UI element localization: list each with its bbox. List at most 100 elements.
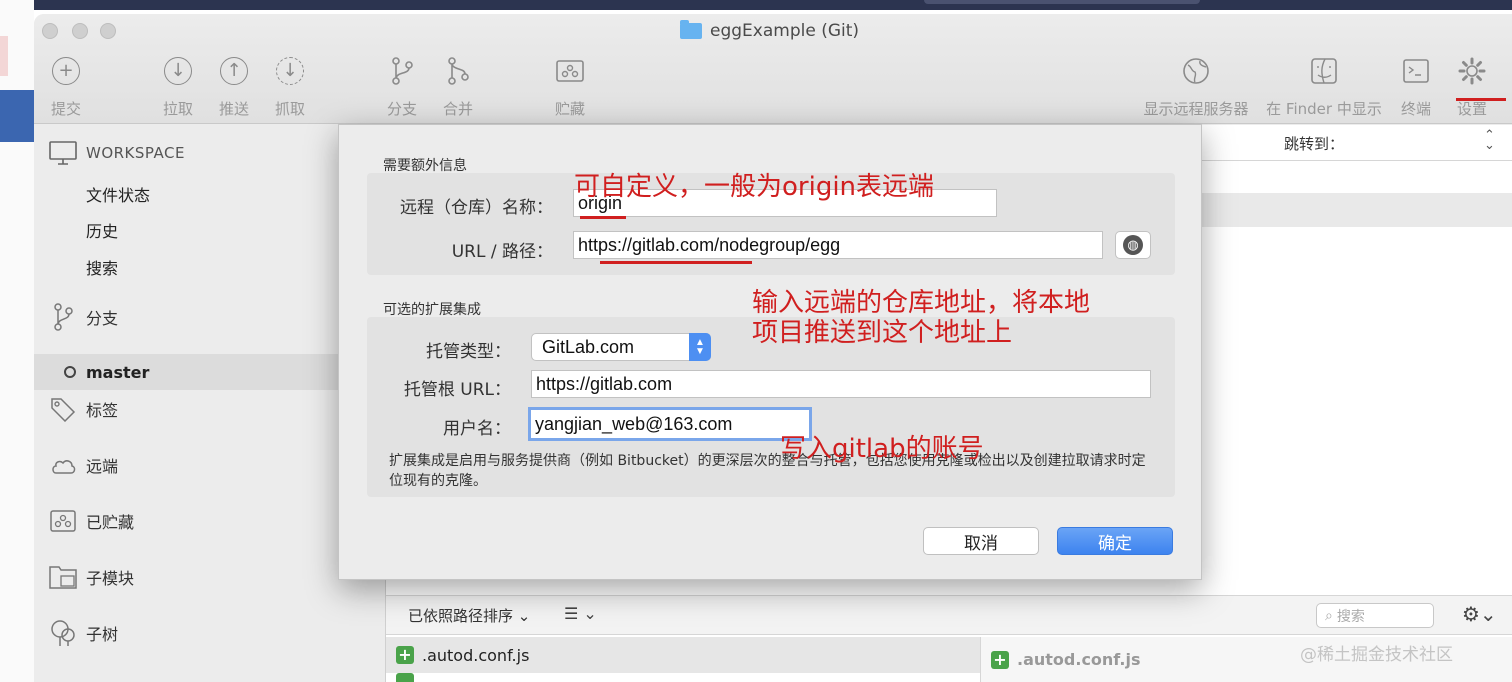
push-label: 推送 [218, 100, 249, 118]
branch-label: 分支 [386, 100, 417, 118]
globe-icon [1183, 58, 1209, 84]
subtree-icon [48, 618, 78, 648]
arrow-up-circle-icon: ↑ [220, 57, 248, 85]
username-input[interactable]: yangjian_web@163.com [528, 407, 812, 441]
sidebar-item-master-branch[interactable]: master [34, 354, 386, 390]
sidebar-item-search[interactable]: 搜索 [34, 249, 386, 285]
stash-label: 贮藏 [554, 100, 585, 118]
jump-to-stepper-icon[interactable]: ⌃ ⌄ [1484, 129, 1495, 152]
username-label: 用户名： [443, 419, 511, 439]
tag-icon [48, 394, 78, 424]
diff-file-name: .autod.conf.js [1017, 650, 1141, 669]
search-placeholder: 搜索 [1336, 608, 1365, 625]
jump-to-label: 跳转到： [1284, 135, 1345, 153]
file-name: .autod.conf.js [422, 645, 530, 665]
show-in-finder-button[interactable]: 在 Finder 中显示 [1264, 56, 1384, 119]
stash-button[interactable]: 贮藏 [540, 56, 600, 119]
username-value: yangjian_web@163.com [535, 413, 733, 434]
file-list-next-row [386, 673, 980, 682]
settings-annotation-underline [1456, 98, 1506, 101]
finder-icon [1311, 58, 1337, 84]
pull-button[interactable]: ↓ 拉取 [148, 56, 208, 119]
annotation-origin-underline [580, 216, 626, 219]
desktop-top-bar [0, 0, 1512, 10]
branch-button[interactable]: 分支 [372, 56, 432, 119]
search-icon: ⌕ [1325, 607, 1333, 624]
gear-icon[interactable]: ⚙⌄ [1462, 602, 1497, 626]
sidebar-item-label: 标签 [86, 401, 119, 420]
sidebar-item-label: 分支 [86, 309, 119, 328]
cloud-icon [48, 450, 78, 480]
file-added-icon: + [396, 646, 414, 664]
remote-name-label: 远程（仓库）名称： [400, 198, 553, 218]
merge-label: 合并 [442, 100, 473, 118]
files-search-input[interactable]: ⌕ 搜索 [1316, 603, 1434, 628]
settings-button[interactable]: 设置 [1442, 56, 1502, 119]
file-added-icon [396, 673, 414, 682]
sort-by-path-dropdown[interactable]: 已依照路径排序 ⌄ [408, 605, 530, 626]
sidebar-item-remotes[interactable]: 远端 [34, 447, 386, 483]
toolbar: eggExample (Git) + 提交 ↓ 拉取 ↑ 推送 ↓ 抓取 分支 [34, 14, 1512, 124]
watermark: @稀土掘金技术社区 [1300, 645, 1453, 665]
browse-remote-button[interactable]: ◍ [1115, 231, 1151, 259]
sidebar-item-branches[interactable]: 分支 [34, 299, 386, 335]
sidebar-item-subtrees[interactable]: 子树 [34, 615, 386, 651]
window-title: eggExample (Git) [680, 20, 859, 42]
push-button[interactable]: ↑ 推送 [204, 56, 264, 119]
ok-label: 确定 [1098, 533, 1132, 554]
fetch-dashed-circle-icon: ↓ [276, 57, 304, 85]
arrow-down-circle-icon: ↓ [164, 57, 192, 85]
host-type-label: 托管类型： [426, 342, 511, 362]
fetch-button[interactable]: ↓ 抓取 [260, 56, 320, 119]
url-path-input[interactable]: https://gitlab.com/nodegroup/egg [573, 231, 1103, 259]
host-root-url-label: 托管根 URL： [403, 380, 511, 400]
show-in-finder-label: 在 Finder 中显示 [1266, 100, 1382, 118]
file-list-item[interactable]: + .autod.conf.js [386, 637, 980, 673]
background-red-band [0, 36, 8, 76]
list-view-icon[interactable]: ☰ ⌄ [564, 604, 597, 623]
plus-circle-icon: + [52, 57, 80, 85]
show-remote-label: 显示远程服务器 [1143, 100, 1249, 118]
sidebar-item-stashes[interactable]: 已贮藏 [34, 503, 386, 539]
annotation-url-underline [600, 261, 752, 264]
cancel-label: 取消 [964, 533, 998, 554]
sidebar-item-label: 搜索 [86, 259, 119, 278]
cancel-button[interactable]: 取消 [923, 527, 1039, 555]
branch-name: master [86, 362, 150, 382]
sidebar-item-tags[interactable]: 标签 [34, 391, 386, 427]
host-type-value: GitLab.com [542, 336, 635, 357]
show-remote-button[interactable]: 显示远程服务器 [1136, 56, 1256, 119]
close-window-button[interactable] [42, 23, 58, 39]
background-window-edge [0, 0, 34, 682]
chevron-updown-icon: ▲ ▼ [689, 333, 711, 361]
sidebar-item-history[interactable]: 历史 [34, 212, 386, 248]
merge-button[interactable]: 合并 [428, 56, 488, 119]
terminal-icon [1403, 59, 1429, 83]
host-root-url-input[interactable]: https://gitlab.com [531, 370, 1151, 398]
branch-icon [48, 302, 78, 332]
host-type-select[interactable]: GitLab.com ▲ ▼ [531, 333, 711, 361]
gear-icon [1458, 57, 1486, 85]
stash-icon [556, 60, 584, 82]
commit-button[interactable]: + 提交 [36, 56, 96, 119]
host-root-url-value: https://gitlab.com [536, 373, 673, 394]
zoom-window-button[interactable] [100, 23, 116, 39]
monitor-icon [48, 138, 78, 168]
terminal-button[interactable]: 终端 [1386, 56, 1446, 119]
stash-icon [48, 506, 78, 536]
annotation-account: 写入gitlab的账号 [780, 434, 984, 464]
submodule-icon [48, 562, 78, 592]
branch-icon [392, 57, 413, 85]
commit-label: 提交 [50, 100, 81, 118]
files-toolbar: 已依照路径排序 ⌄ ☰ ⌄ ⌕ 搜索 ⚙⌄ [386, 595, 1512, 635]
terminal-label: 终端 [1400, 100, 1431, 118]
annotation-remote-name: 可自定义，一般为origin表远端 [574, 172, 935, 202]
minimize-window-button[interactable] [72, 23, 88, 39]
sidebar-item-label: 已贮藏 [86, 513, 135, 532]
background-blue-band [0, 90, 34, 142]
ok-button[interactable]: 确定 [1057, 527, 1173, 555]
sidebar-item-submodules[interactable]: 子模块 [34, 559, 386, 595]
sidebar: WORKSPACE 文件状态 历史 搜索 分支 master 标签 远端 已贮藏… [34, 125, 386, 682]
sidebar-item-file-status[interactable]: 文件状态 [34, 176, 386, 212]
settings-label: 设置 [1456, 100, 1487, 118]
